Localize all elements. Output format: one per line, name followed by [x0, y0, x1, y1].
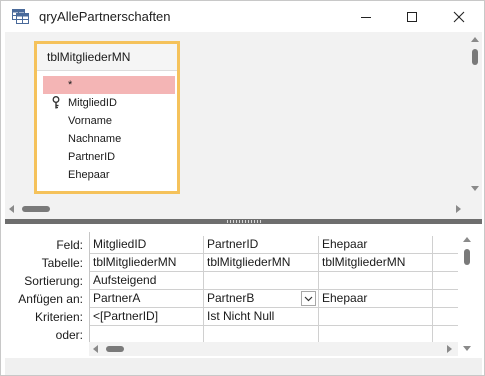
row-label-sortierung: Sortierung:	[24, 274, 83, 288]
field-list-item-ehepaar[interactable]: Ehepaar	[43, 166, 175, 184]
row-label-tabelle: Tabelle:	[41, 256, 83, 270]
scroll-thumb[interactable]	[106, 346, 124, 352]
grid-cell-kriterien[interactable]: Ist Nicht Null	[204, 308, 319, 326]
window-title: qryAllePartnerschaften	[39, 9, 171, 24]
grid-cell-kriterien[interactable]: <[PartnerID]	[90, 308, 204, 326]
scroll-thumb[interactable]	[472, 49, 478, 65]
query-design-grid[interactable]: MitgliedID tblMitgliederMN Aufsteigend P…	[89, 232, 458, 346]
grid-cell-sortierung[interactable]	[204, 272, 319, 290]
field-list-tblMitgliederMN[interactable]: tblMitgliederMN * MitgliedID Vorname Nac…	[34, 41, 180, 194]
minimize-icon	[361, 16, 371, 18]
grid-vertical-scrollbar[interactable]	[460, 232, 474, 358]
grid-cell-feld[interactable]: MitgliedID	[90, 236, 204, 254]
append-to-dropdown-button[interactable]	[301, 291, 316, 306]
maximize-icon	[407, 11, 417, 22]
row-labels: Feld: Tabelle: Sortierung: Anfügen an: K…	[5, 224, 87, 358]
field-list-item-all[interactable]: *	[43, 76, 175, 94]
scroll-left-arrow-icon[interactable]	[9, 205, 14, 213]
query-grid-pane: Feld: Tabelle: Sortierung: Anfügen an: K…	[5, 224, 482, 358]
field-label: MitgliedID	[68, 97, 117, 109]
scroll-left-arrow-icon[interactable]	[93, 345, 98, 353]
grid-cell-kriterien[interactable]	[319, 308, 433, 326]
splitter-grip-icon[interactable]	[227, 220, 263, 223]
field-list-item-nachname[interactable]: Nachname	[43, 130, 175, 148]
grid-cell-feld[interactable]	[433, 236, 458, 254]
field-label: Ehepaar	[68, 169, 110, 181]
row-label-feld: Feld:	[56, 238, 83, 252]
row-label-kriterien: Kriterien:	[34, 310, 83, 324]
field-list-item-partnerid[interactable]: PartnerID	[43, 148, 175, 166]
grid-cell-sortierung[interactable]	[319, 272, 433, 290]
field-list-item-vorname[interactable]: Vorname	[43, 112, 175, 130]
close-icon	[453, 11, 465, 22]
field-label: Nachname	[68, 133, 122, 145]
table-design-pane[interactable]: tblMitgliederMN * MitgliedID Vorname Nac…	[5, 32, 482, 219]
grid-cell-anfuegen[interactable]: PartnerB	[204, 290, 319, 308]
query-icon	[12, 9, 29, 24]
close-button[interactable]	[436, 1, 482, 32]
grid-cell-text: PartnerB	[207, 291, 255, 305]
grid-cell-tabelle[interactable]: tblMitgliederMN	[204, 254, 319, 272]
grid-cell-tabelle[interactable]	[433, 254, 458, 272]
field-label: *	[68, 79, 73, 91]
scroll-down-arrow-icon[interactable]	[463, 346, 471, 351]
query-design-window: qryAllePartnerschaften tblMitgliederMN *	[0, 0, 485, 376]
bottom-border	[5, 358, 482, 375]
chevron-down-icon	[304, 296, 313, 301]
minimize-button[interactable]	[343, 1, 389, 32]
scroll-right-arrow-icon[interactable]	[456, 205, 461, 213]
title-bar[interactable]: qryAllePartnerschaften	[1, 1, 484, 32]
field-label: PartnerID	[68, 151, 116, 163]
grid-horizontal-scrollbar[interactable]	[89, 342, 458, 356]
grid-cell-tabelle[interactable]: tblMitgliederMN	[319, 254, 433, 272]
grid-cell-tabelle[interactable]: tblMitgliederMN	[90, 254, 204, 272]
scroll-thumb[interactable]	[22, 206, 50, 212]
maximize-button[interactable]	[389, 1, 435, 32]
design-vertical-scrollbar[interactable]	[468, 32, 482, 209]
row-label-oder: oder:	[55, 328, 83, 342]
design-horizontal-scrollbar[interactable]	[5, 202, 467, 216]
grid-cell-sortierung[interactable]	[433, 272, 458, 290]
scroll-up-arrow-icon[interactable]	[463, 237, 471, 242]
grid-cell-anfuegen[interactable]: Ehepaar	[319, 290, 433, 308]
grid-cell-anfuegen[interactable]	[433, 290, 458, 308]
field-label: Vorname	[68, 115, 113, 127]
table-name[interactable]: tblMitgliederMN	[37, 44, 177, 71]
grid-cell-anfuegen[interactable]: PartnerA	[90, 290, 204, 308]
scroll-thumb[interactable]	[464, 249, 470, 265]
grid-cell-feld[interactable]: PartnerID	[204, 236, 319, 254]
grid-cell-kriterien[interactable]	[433, 308, 458, 326]
row-label-anfuegen: Anfügen an:	[18, 292, 83, 306]
grid-cell-feld[interactable]: Ehepaar	[319, 236, 433, 254]
scroll-up-arrow-icon[interactable]	[471, 37, 479, 42]
scroll-down-arrow-icon[interactable]	[471, 186, 479, 191]
scroll-right-arrow-icon[interactable]	[447, 345, 452, 353]
grid-cell-sortierung[interactable]: Aufsteigend	[90, 272, 204, 290]
field-list-item-mitgliedid[interactable]: MitgliedID	[43, 94, 175, 112]
